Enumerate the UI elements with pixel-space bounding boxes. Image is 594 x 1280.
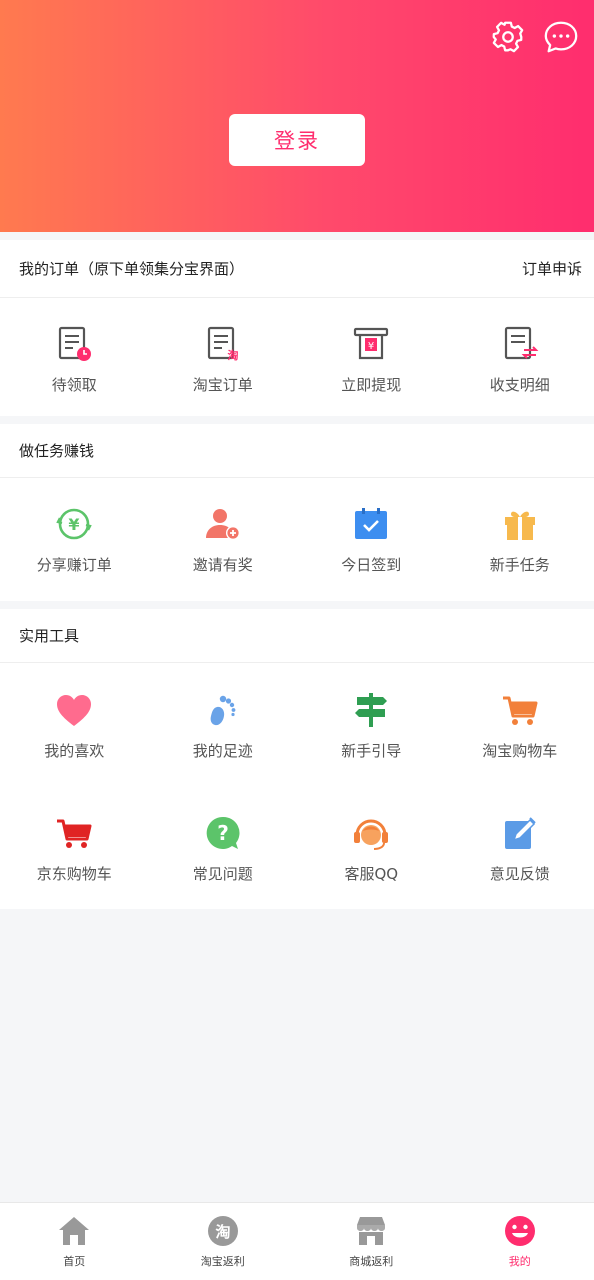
footprint-icon — [203, 690, 243, 730]
invite-label: 邀请有奖 — [192, 556, 253, 574]
transaction-detail-label: 收支明细 — [489, 375, 550, 394]
pending-order-label: 待领取 — [51, 375, 97, 394]
jd-cart-label: 京东购物车 — [36, 864, 112, 883]
tasks-header: 做任务赚钱 — [0, 424, 594, 478]
orders-title: 我的订单（原下单领集分宝界面） — [19, 260, 245, 278]
order-appeal-link[interactable]: 订单申诉 — [522, 258, 582, 279]
tasks-section: 做任务赚钱 ¥ 分享赚订单 邀请有奖 今日签到 新手任务 — [0, 424, 594, 601]
withdraw-icon: ¥ — [351, 324, 391, 364]
svg-text:¥: ¥ — [69, 515, 80, 534]
transaction-detail-item[interactable]: 收支明细 — [446, 298, 594, 420]
transaction-detail-icon — [500, 324, 540, 364]
checkin-label: 今日签到 — [341, 556, 402, 574]
svg-text:淘: 淘 — [214, 1223, 230, 1241]
feedback-item[interactable]: 意见反馈 — [446, 787, 594, 909]
tab-taobao-rebate[interactable]: 淘 淘宝返利 — [149, 1203, 298, 1280]
faq-item[interactable]: ? 常见问题 — [149, 787, 298, 909]
home-icon — [56, 1213, 92, 1249]
jd-cart-item[interactable]: 京东购物车 — [0, 787, 149, 909]
support-qq-label: 客服QQ — [344, 864, 399, 883]
withdraw-item[interactable]: ¥ 立即提现 — [297, 298, 446, 420]
cart-icon — [500, 690, 540, 730]
tab-mine-label: 我的 — [508, 1255, 531, 1268]
footprint-label: 我的足迹 — [192, 741, 253, 760]
chat-bubble-icon[interactable] — [542, 18, 580, 56]
svg-text:淘: 淘 — [227, 348, 238, 362]
taobao-rebate-icon: 淘 — [205, 1213, 241, 1249]
orders-section: 我的订单（原下单领集分宝界面） 订单申诉 待领取 淘 淘宝订单 ¥ 立即提现 收… — [0, 240, 594, 416]
login-button[interactable]: 登录 — [229, 114, 365, 166]
newbie-task-item[interactable]: 新手任务 — [446, 478, 594, 601]
profile-header: 登录 — [0, 0, 594, 232]
tab-store-rebate-label: 商城返利 — [349, 1255, 394, 1268]
favorites-item[interactable]: 我的喜欢 — [0, 663, 149, 787]
favorites-label: 我的喜欢 — [44, 741, 105, 760]
checkin-item[interactable]: 今日签到 — [297, 478, 446, 601]
svg-text:?: ? — [217, 821, 229, 845]
share-earn-label: 分享赚订单 — [36, 556, 112, 574]
taobao-order-label: 淘宝订单 — [192, 375, 253, 394]
taobao-order-item[interactable]: 淘 淘宝订单 — [149, 298, 298, 420]
tools-header: 实用工具 — [0, 609, 594, 663]
pending-order-icon — [54, 324, 94, 364]
headset-icon — [351, 813, 391, 853]
taobao-cart-item[interactable]: 淘宝购物车 — [446, 663, 594, 787]
gift-icon — [500, 504, 540, 544]
bottom-tab-bar: 首页 淘 淘宝返利 商城返利 我的 — [0, 1202, 594, 1280]
faq-label: 常见问题 — [192, 864, 253, 883]
calendar-check-icon — [351, 504, 391, 544]
tab-mine[interactable]: 我的 — [446, 1203, 594, 1280]
guide-label: 新手引导 — [341, 741, 402, 760]
withdraw-label: 立即提现 — [341, 375, 402, 394]
tab-home[interactable]: 首页 — [0, 1203, 149, 1280]
invite-icon — [203, 504, 243, 544]
svg-text:¥: ¥ — [368, 341, 374, 352]
tab-taobao-rebate-label: 淘宝返利 — [200, 1255, 245, 1268]
heart-icon — [54, 690, 94, 730]
share-earn-item[interactable]: ¥ 分享赚订单 — [0, 478, 149, 601]
tab-store-rebate[interactable]: 商城返利 — [297, 1203, 446, 1280]
tools-section: 实用工具 我的喜欢 我的足迹 新手引导 淘宝购物车 京东购物车 ? 常见问题 客… — [0, 609, 594, 909]
support-qq-item[interactable]: 客服QQ — [297, 787, 446, 909]
store-icon — [353, 1213, 389, 1249]
cart-icon — [54, 813, 94, 853]
share-earn-icon: ¥ — [54, 504, 94, 544]
tools-title: 实用工具 — [19, 627, 80, 645]
tab-home-label: 首页 — [63, 1255, 86, 1268]
feedback-label: 意见反馈 — [489, 864, 550, 883]
smiley-icon — [502, 1213, 538, 1249]
orders-header: 我的订单（原下单领集分宝界面） 订单申诉 — [0, 240, 594, 298]
invite-item[interactable]: 邀请有奖 — [149, 478, 298, 601]
gear-icon[interactable] — [489, 18, 527, 56]
footprint-item[interactable]: 我的足迹 — [149, 663, 298, 787]
signpost-icon — [351, 690, 391, 730]
pending-order-item[interactable]: 待领取 — [0, 298, 149, 420]
taobao-cart-label: 淘宝购物车 — [482, 741, 558, 760]
question-icon: ? — [203, 813, 243, 853]
edit-feedback-icon — [500, 813, 540, 853]
newbie-task-label: 新手任务 — [489, 556, 550, 574]
taobao-order-icon: 淘 — [203, 324, 243, 364]
tasks-title: 做任务赚钱 — [19, 442, 95, 460]
guide-item[interactable]: 新手引导 — [297, 663, 446, 787]
